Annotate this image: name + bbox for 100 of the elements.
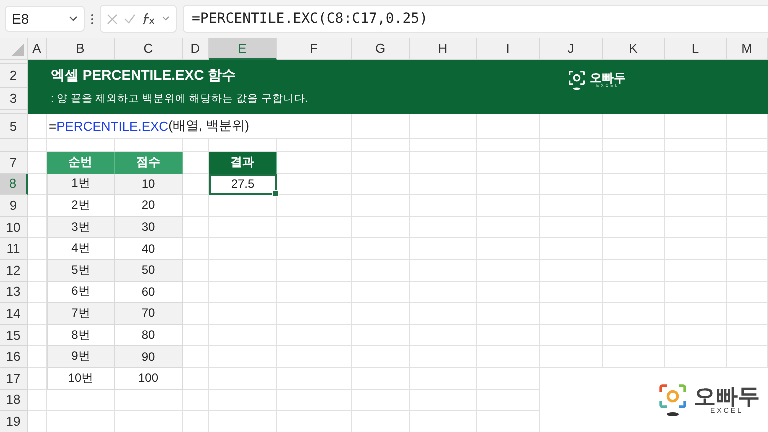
grid-cell[interactable] [665, 260, 727, 282]
grid-cell[interactable] [352, 368, 410, 390]
column-header[interactable]: F [277, 38, 352, 60]
grid-cell[interactable] [540, 216, 603, 238]
grid-cell[interactable] [277, 260, 352, 282]
grid-cell[interactable] [352, 324, 410, 346]
grid-cell[interactable] [209, 260, 277, 282]
row-header[interactable]: 17 [0, 368, 28, 390]
grid-cell[interactable] [540, 238, 603, 260]
result-cell[interactable]: 27.5 [209, 174, 277, 196]
grid-cell[interactable] [540, 195, 603, 217]
grid-cell[interactable] [540, 260, 603, 282]
grid-cell[interactable] [603, 238, 665, 260]
grid-cell[interactable] [410, 303, 477, 325]
grid-cell[interactable] [209, 216, 277, 238]
grid-cell[interactable] [540, 324, 603, 346]
grid-cell[interactable] [603, 139, 665, 152]
column-header[interactable]: J [540, 38, 603, 60]
column-header[interactable]: H [410, 38, 477, 60]
grid-cell[interactable] [410, 260, 477, 282]
grid-cell[interactable] [603, 260, 665, 282]
row-header[interactable]: 16 [0, 346, 28, 368]
grid-cell[interactable] [727, 282, 768, 304]
grid-cell[interactable] [410, 238, 477, 260]
grid-cell[interactable] [603, 195, 665, 217]
row-header[interactable]: 15 [0, 324, 28, 346]
grid-cell[interactable] [352, 282, 410, 304]
column-header[interactable]: K [603, 38, 665, 60]
row-header[interactable] [0, 139, 28, 152]
grid-cell[interactable] [603, 282, 665, 304]
grid-cell[interactable] [727, 152, 768, 174]
row-header[interactable]: 8 [0, 174, 28, 196]
more-vertical-icon[interactable] [91, 14, 94, 24]
fill-handle[interactable] [272, 190, 279, 198]
row-header[interactable]: 11 [0, 238, 28, 260]
grid-cell[interactable] [665, 139, 727, 152]
grid-cell[interactable] [277, 390, 352, 412]
grid-cell[interactable] [410, 390, 477, 412]
grid-cell[interactable] [665, 303, 727, 325]
grid-cell[interactable] [410, 152, 477, 174]
row-header[interactable]: 3 [0, 88, 28, 110]
grid-cell[interactable] [540, 174, 603, 196]
grid-cell[interactable] [277, 303, 352, 325]
grid-cell[interactable] [603, 174, 665, 196]
column-header[interactable]: M [727, 38, 768, 60]
grid-cell[interactable] [727, 260, 768, 282]
grid-cell[interactable] [352, 390, 410, 412]
grid-cell[interactable] [727, 216, 768, 238]
grid-cell[interactable] [410, 346, 477, 368]
grid-cell[interactable] [277, 195, 352, 217]
grid-cell[interactable] [410, 368, 477, 390]
row-header[interactable]: 10 [0, 216, 28, 238]
grid-cell[interactable] [477, 282, 540, 304]
grid-cell[interactable] [540, 303, 603, 325]
grid-cell[interactable] [28, 139, 47, 152]
grid-cell[interactable] [727, 324, 768, 346]
grid-cell[interactable] [665, 216, 727, 238]
row-header[interactable]: 19 [0, 411, 28, 432]
column-header[interactable]: A [28, 38, 47, 60]
grid-cell[interactable] [277, 216, 352, 238]
grid-cell[interactable] [410, 139, 477, 152]
grid-cell[interactable] [540, 282, 603, 304]
grid-cell[interactable] [352, 260, 410, 282]
column-header[interactable]: C [115, 38, 183, 60]
grid-cell[interactable] [665, 195, 727, 217]
grid-cell[interactable] [410, 324, 477, 346]
grid-cell[interactable] [352, 238, 410, 260]
grid-cell[interactable] [540, 139, 603, 152]
column-header[interactable]: D [183, 38, 209, 60]
row-header[interactable]: 5 [0, 114, 28, 139]
grid-cell[interactable] [277, 139, 352, 152]
row-header[interactable]: 13 [0, 282, 28, 304]
row-header[interactable]: 9 [0, 195, 28, 217]
row-header[interactable]: 2 [0, 64, 28, 88]
grid-cell[interactable] [209, 368, 277, 390]
grid-cell[interactable] [277, 368, 352, 390]
column-header[interactable]: B [47, 38, 115, 60]
grid-cell[interactable] [352, 216, 410, 238]
grid-cell[interactable] [477, 139, 540, 152]
column-header[interactable]: I [477, 38, 540, 60]
row-header[interactable]: 18 [0, 390, 28, 412]
close-icon[interactable] [107, 14, 118, 24]
grid-cell[interactable] [665, 152, 727, 174]
grid-cell[interactable] [727, 303, 768, 325]
column-header[interactable]: E [209, 38, 277, 60]
grid-cell[interactable] [410, 174, 477, 196]
grid-cell[interactable] [352, 346, 410, 368]
grid-cell[interactable] [477, 152, 540, 174]
grid-cell[interactable] [352, 195, 410, 217]
grid-cell[interactable] [727, 195, 768, 217]
grid-cell[interactable] [477, 174, 540, 196]
grid-cell[interactable] [727, 139, 768, 152]
row-header[interactable]: 14 [0, 303, 28, 325]
row-header[interactable]: 12 [0, 260, 28, 282]
grid-cell[interactable] [727, 238, 768, 260]
chevron-down-icon[interactable] [162, 16, 170, 22]
grid-cell[interactable] [603, 216, 665, 238]
function-icon[interactable] [142, 13, 156, 25]
grid-cell[interactable] [477, 324, 540, 346]
name-box[interactable]: E8 [5, 6, 85, 32]
